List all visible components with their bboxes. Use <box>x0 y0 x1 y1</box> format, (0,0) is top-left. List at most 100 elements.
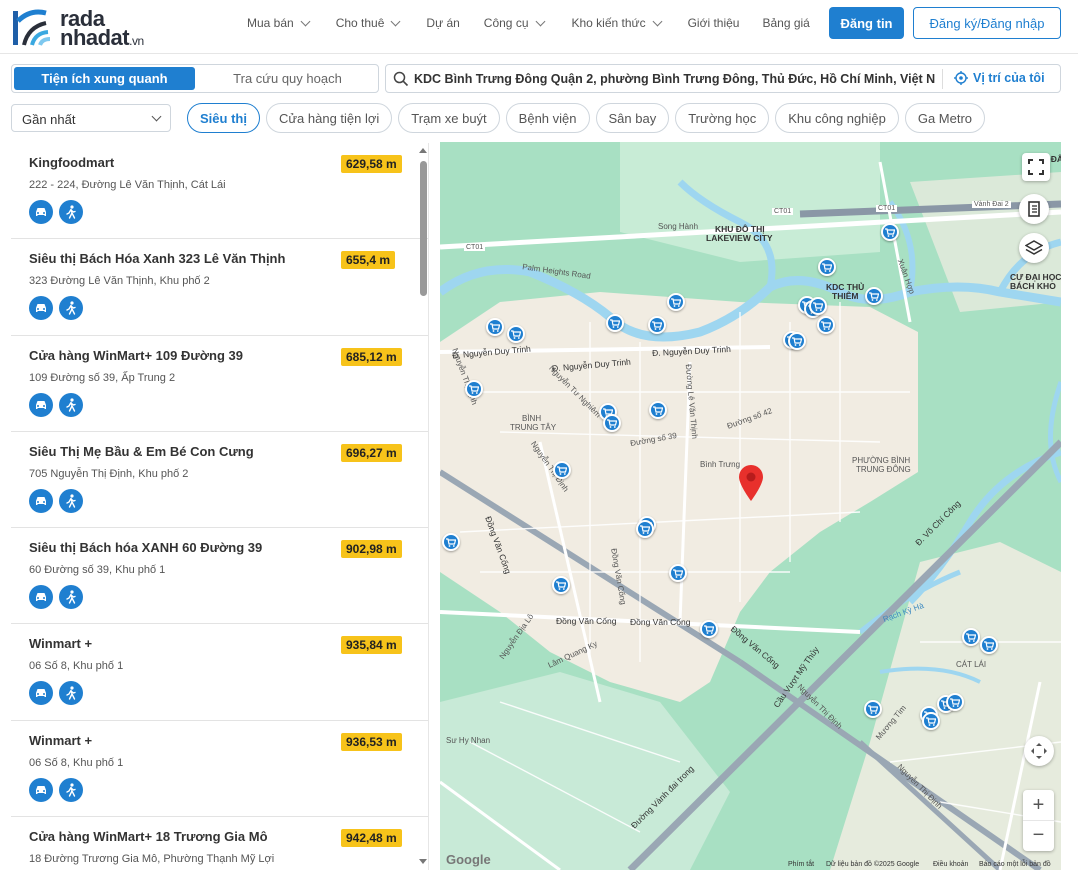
supermarket-pin-icon[interactable] <box>980 636 998 654</box>
supermarket-pin-icon[interactable] <box>922 712 940 730</box>
walk-directions-button[interactable] <box>59 296 83 321</box>
map-label: Bình Trưng <box>700 460 741 469</box>
supermarket-pin-icon[interactable] <box>946 693 964 711</box>
car-directions-button[interactable] <box>29 296 53 321</box>
place-item[interactable]: Cửa hàng WinMart+ 109 Đường 39 685,12 m … <box>11 336 428 432</box>
place-item[interactable]: Cửa hàng WinMart+ 18 Trương Gia Mô 942,4… <box>11 817 428 870</box>
supermarket-pin-icon[interactable] <box>603 414 621 432</box>
list-scrollbar[interactable] <box>419 146 427 868</box>
site-logo[interactable]: rada nhadat.vn <box>10 7 150 49</box>
chip-ga-metro[interactable]: Ga Metro <box>904 103 986 133</box>
chip-san-bay[interactable]: Sân bay <box>595 103 670 133</box>
map-terms-link[interactable]: Điều khoản <box>933 861 968 868</box>
map-shortcuts-link[interactable]: Phím tắt <box>788 861 814 868</box>
supermarket-pin-icon[interactable] <box>649 401 667 419</box>
walk-directions-button[interactable] <box>59 488 83 513</box>
supermarket-pin-icon[interactable] <box>818 258 836 276</box>
supermarket-pin-icon[interactable] <box>486 318 504 336</box>
nav-gioi-thieu[interactable]: Giới thiệu <box>688 16 740 30</box>
fullscreen-button[interactable] <box>1022 153 1050 181</box>
walk-directions-button[interactable] <box>59 777 83 802</box>
chip-benh-vien[interactable]: Bệnh viện <box>505 103 590 133</box>
place-address: 705 Nguyễn Thị Định, Khu phố 2 <box>29 467 189 480</box>
nav-du-an[interactable]: Dự án <box>426 16 459 30</box>
chip-sieu-thi[interactable]: Siêu thị <box>187 103 260 133</box>
place-item[interactable]: Winmart + 935,84 m 06 Số 8, Khu phố 1 <box>11 624 428 721</box>
supermarket-pin-icon[interactable] <box>864 700 882 718</box>
distance-badge: 942,48 m <box>341 829 402 848</box>
walk-directions-button[interactable] <box>59 585 83 610</box>
supermarket-pin-icon[interactable] <box>962 628 980 646</box>
recenter-button[interactable] <box>1024 736 1054 766</box>
supermarket-pin-icon[interactable] <box>667 293 685 311</box>
chevron-down-icon <box>535 16 545 26</box>
supermarket-pin-icon[interactable] <box>552 576 570 594</box>
car-directions-button[interactable] <box>29 392 53 417</box>
supermarket-pin-icon[interactable] <box>553 461 571 479</box>
place-item[interactable]: Winmart + 936,53 m 06 Số 8, Khu phố 1 <box>11 721 428 818</box>
map-report-link[interactable]: Báo cáo một lỗi bản đồ <box>979 861 1051 868</box>
zoom-out-button[interactable]: − <box>1023 821 1054 851</box>
scrollbar-thumb[interactable] <box>420 161 427 296</box>
car-directions-button[interactable] <box>29 777 53 802</box>
chip-truong-hoc[interactable]: Trường học <box>675 103 770 133</box>
place-item[interactable]: Kingfoodmart 629,58 m 222 - 224, Đường L… <box>11 143 428 240</box>
location-marker-icon[interactable] <box>738 464 764 502</box>
distance-badge: 696,27 m <box>341 443 402 462</box>
my-location-button[interactable]: Vị trí của tôi <box>954 71 1045 85</box>
supermarket-pin-icon[interactable] <box>809 297 827 315</box>
supermarket-pin-icon[interactable] <box>648 316 666 334</box>
scroll-down-arrow-icon[interactable] <box>419 859 427 864</box>
map-label: TRUNG ĐÔNG <box>856 465 911 474</box>
legend-button[interactable] <box>1019 194 1049 224</box>
tab-planning-lookup[interactable]: Tra cứu quy hoạch <box>197 65 378 92</box>
layers-button[interactable] <box>1019 233 1049 263</box>
car-directions-button[interactable] <box>29 585 53 610</box>
supermarket-pin-icon[interactable] <box>507 325 525 343</box>
nav-cho-thue[interactable]: Cho thuê <box>336 16 401 30</box>
walk-directions-button[interactable] <box>59 681 83 706</box>
register-login-button[interactable]: Đăng ký/Đăng nhập <box>913 7 1061 39</box>
car-directions-button[interactable] <box>29 200 53 224</box>
place-address: 222 - 224, Đường Lê Văn Thịnh, Cát Lái <box>29 179 226 191</box>
supermarket-pin-icon[interactable] <box>700 620 718 638</box>
tab-nearby-amenities[interactable]: Tiện ích xung quanh <box>14 67 195 90</box>
nav-kho-kien-thuc[interactable]: Kho kiến thức <box>572 16 663 30</box>
walk-directions-button[interactable] <box>59 200 83 224</box>
supermarket-pin-icon[interactable] <box>636 520 654 538</box>
supermarket-pin-icon[interactable] <box>465 380 483 398</box>
supermarket-pin-icon[interactable] <box>817 316 835 334</box>
place-address: 109 Đường số 39, Ấp Trung 2 <box>29 371 176 384</box>
supermarket-pin-icon[interactable] <box>442 533 460 551</box>
post-listing-button[interactable]: Đăng tin <box>829 7 904 39</box>
car-icon <box>36 593 46 602</box>
map-view[interactable]: KHU ĐÔ THỊ LAKEVIEW CITY Song Hành Palm … <box>440 142 1061 870</box>
supermarket-pin-icon[interactable] <box>881 223 899 241</box>
supermarket-pin-icon[interactable] <box>606 314 624 332</box>
top-header: rada nhadat.vn Mua bán Cho thuê Dự án Cô… <box>0 0 1078 54</box>
nav-cong-cu[interactable]: Công cụ <box>484 16 545 30</box>
search-input[interactable]: KDC Bình Trưng Đông Quận 2, phường Bình … <box>414 72 939 86</box>
map-label: CÁT LÁI <box>956 660 987 669</box>
place-item[interactable]: Siêu Thị Mẹ Bầu & Em Bé Con Cưng 696,27 … <box>11 432 428 529</box>
nav-bang-gia[interactable]: Bảng giá <box>762 16 809 30</box>
zoom-in-button[interactable]: + <box>1023 791 1054 821</box>
walk-directions-button[interactable] <box>59 392 83 417</box>
map-label: BÌNH <box>522 414 542 423</box>
supermarket-pin-icon[interactable] <box>669 564 687 582</box>
supermarket-pin-icon[interactable] <box>865 287 883 305</box>
chip-khu-cong-nghiep[interactable]: Khu công nghiệp <box>775 103 899 133</box>
car-directions-button[interactable] <box>29 681 53 706</box>
place-item[interactable]: Siêu thị Bách Hóa Xanh 323 Lê Văn Thịnh … <box>11 239 428 336</box>
place-item[interactable]: Siêu thị Bách hóa XANH 60 Đường 39 902,9… <box>11 528 428 625</box>
nav-label: Mua bán <box>247 16 294 30</box>
scroll-up-arrow-icon[interactable] <box>419 148 427 153</box>
car-directions-button[interactable] <box>29 488 53 513</box>
supermarket-pin-icon[interactable] <box>788 332 806 350</box>
location-search[interactable]: KDC Bình Trưng Đông Quận 2, phường Bình … <box>385 64 1061 93</box>
places-list: Kingfoodmart 629,58 m 222 - 224, Đường L… <box>11 143 429 870</box>
nav-mua-ban[interactable]: Mua bán <box>247 16 311 30</box>
chip-cua-hang-tien-loi[interactable]: Cửa hàng tiện lợi <box>265 103 393 133</box>
chip-tram-xe-buyt[interactable]: Trạm xe buýt <box>398 103 500 133</box>
sort-select[interactable]: Gần nhất <box>11 104 171 132</box>
